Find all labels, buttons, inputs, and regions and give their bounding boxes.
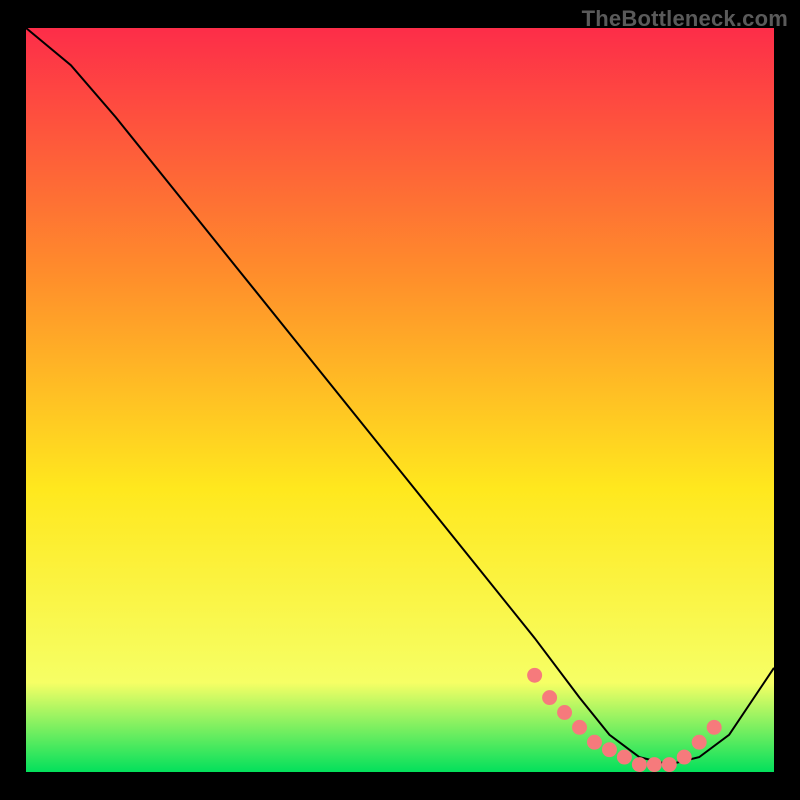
marker-dot	[677, 750, 692, 765]
marker-dot	[542, 690, 557, 705]
marker-dot	[602, 742, 617, 757]
marker-dot	[632, 757, 647, 772]
optimal-range-markers	[527, 668, 721, 772]
bottleneck-chart	[26, 28, 774, 772]
marker-dot	[692, 735, 707, 750]
marker-dot	[647, 757, 662, 772]
marker-dot	[527, 668, 542, 683]
marker-dot	[572, 720, 587, 735]
marker-dot	[557, 705, 572, 720]
watermark-text: TheBottleneck.com	[582, 6, 788, 32]
marker-dot	[587, 735, 602, 750]
bottleneck-curve	[26, 28, 774, 765]
chart-frame: TheBottleneck.com	[0, 0, 800, 800]
curve-layer	[26, 28, 774, 772]
marker-dot	[662, 757, 677, 772]
marker-dot	[707, 720, 722, 735]
marker-dot	[617, 750, 632, 765]
